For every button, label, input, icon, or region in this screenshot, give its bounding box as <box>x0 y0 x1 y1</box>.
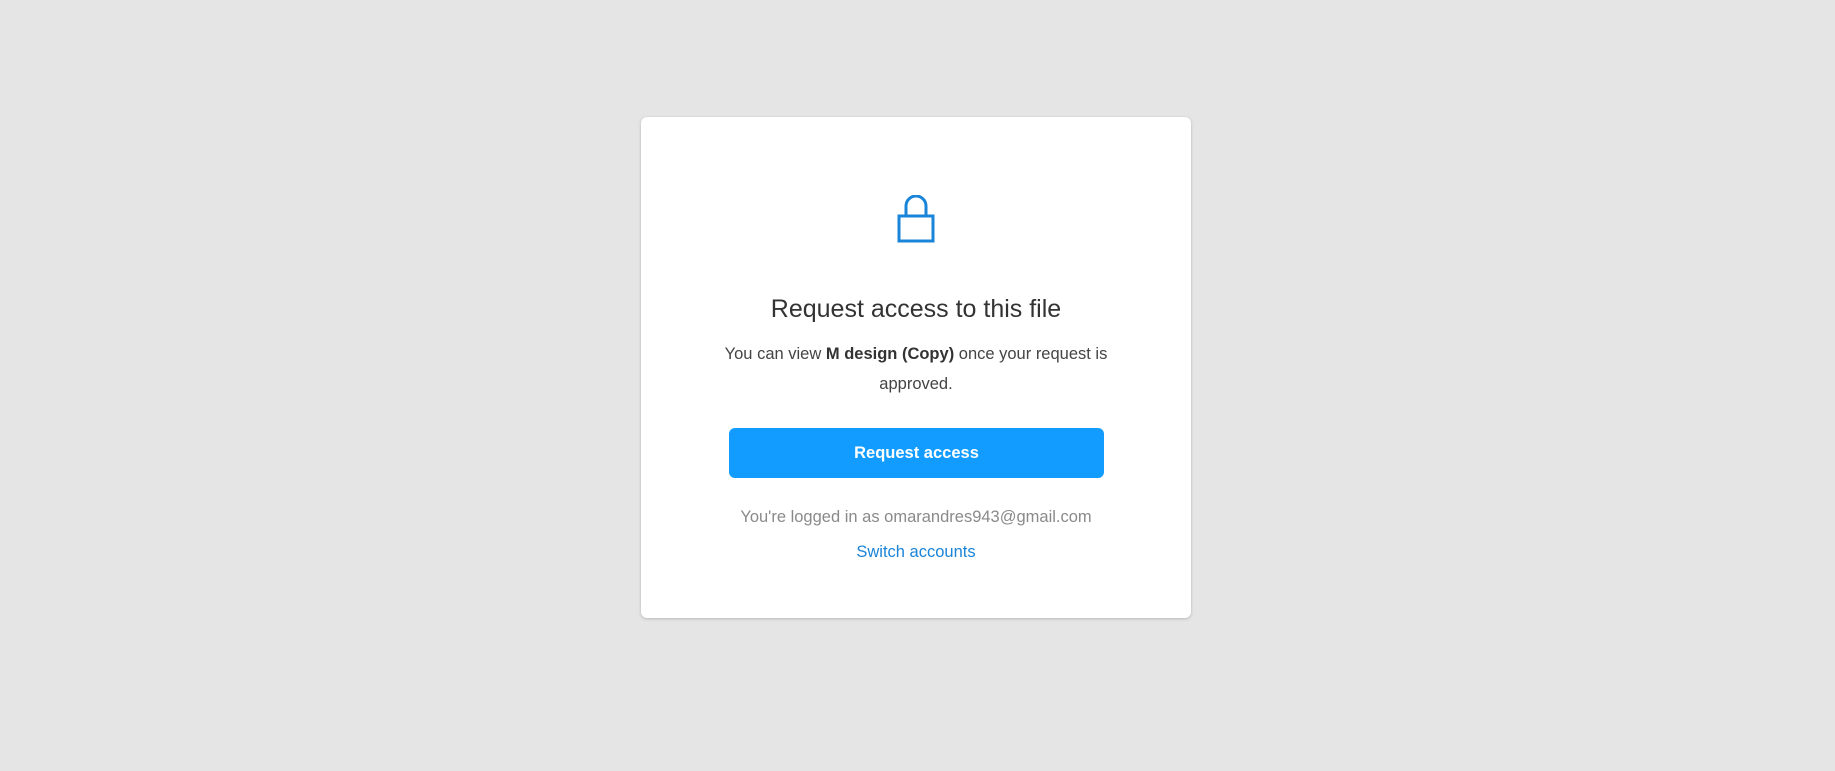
dialog-description: You can view M design (Copy) once your r… <box>724 339 1108 399</box>
switch-accounts-link[interactable]: Switch accounts <box>856 543 975 561</box>
dialog-title: Request access to this file <box>770 295 1062 323</box>
lock-icon <box>897 194 935 243</box>
request-access-button[interactable]: Request access <box>729 428 1104 478</box>
logged-in-text: You're logged in as omarandres943@gmail.… <box>740 508 1092 526</box>
request-access-card: Request access to this file You can view… <box>641 117 1191 618</box>
description-prefix: You can view <box>724 345 826 363</box>
file-name: M design (Copy) <box>825 345 955 363</box>
switch-accounts-row: Switch accounts <box>641 537 1191 567</box>
